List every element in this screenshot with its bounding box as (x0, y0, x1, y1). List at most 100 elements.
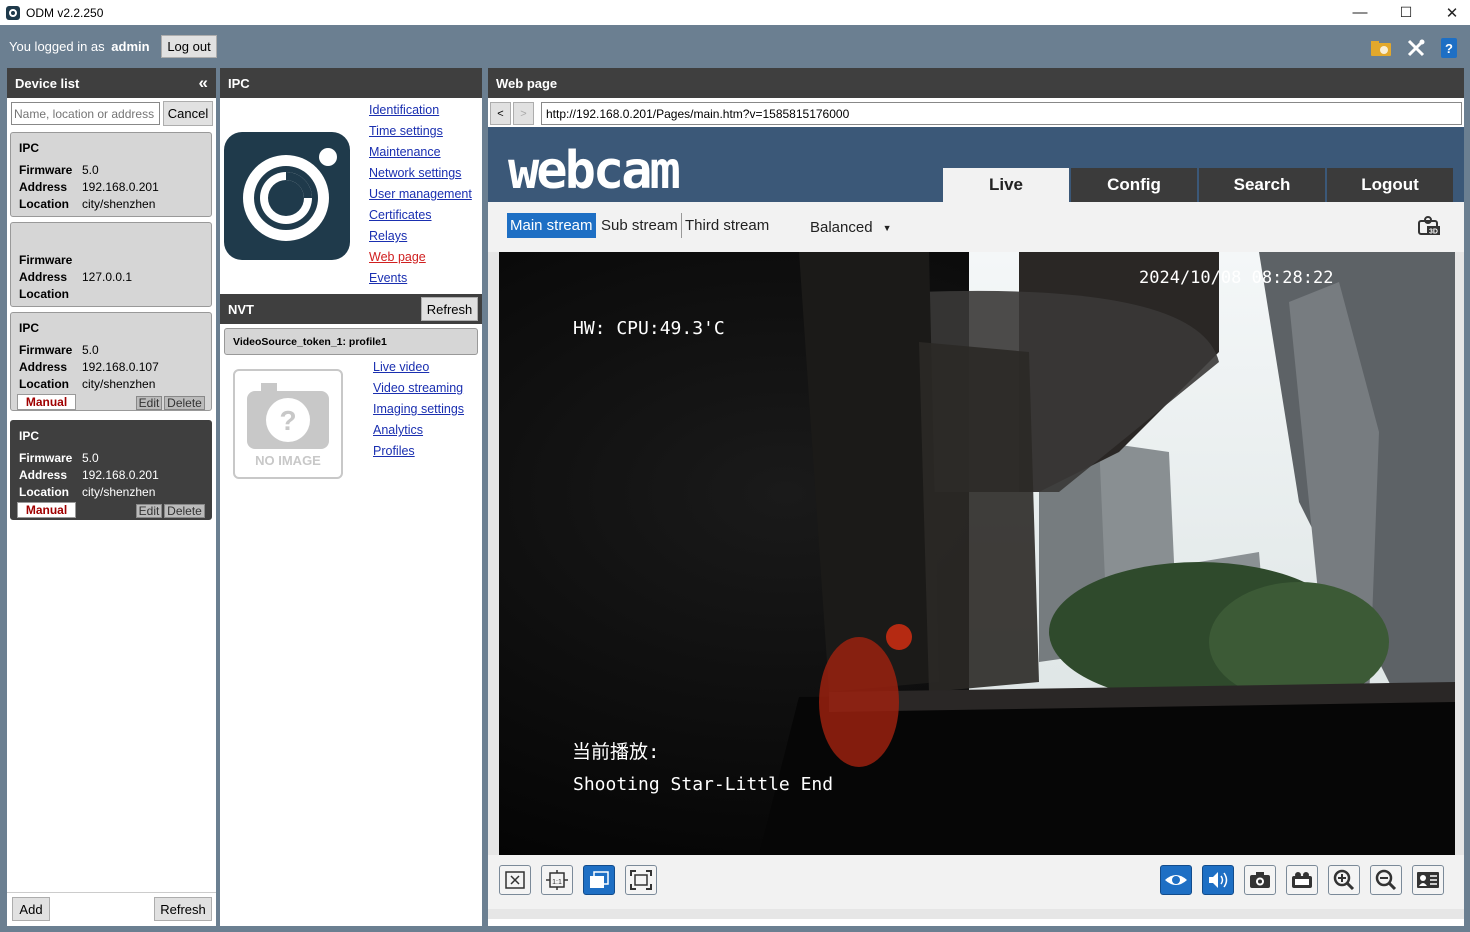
location-label: Location (19, 287, 69, 301)
edit-button[interactable]: Edit (136, 504, 162, 518)
add-device-button[interactable]: Add (12, 897, 50, 921)
manual-badge: Manual (17, 394, 76, 410)
ipc-link-network-settings[interactable]: Network settings (369, 166, 461, 180)
device-list-title-text: Device list (15, 76, 80, 91)
svg-text:1:1: 1:1 (552, 879, 562, 886)
logout-button[interactable]: Log out (161, 35, 217, 58)
video-frame-image (499, 252, 1455, 855)
osd-song: Shooting Star-Little End (573, 774, 834, 795)
maximize-button[interactable]: ☐ (1383, 0, 1429, 25)
osd-cpu-temp: HW: CPU:49.3'C (573, 318, 725, 339)
address-label: Address (19, 180, 68, 194)
ipc-title: IPC (220, 68, 482, 98)
firmware-label: Firmware (19, 343, 73, 357)
nvt-title-text: NVT (228, 302, 254, 317)
divider (7, 892, 216, 893)
minimize-button[interactable]: — (1337, 0, 1383, 25)
tab-config[interactable]: Config (1071, 168, 1197, 202)
help-book-icon[interactable]: ? (1438, 37, 1460, 59)
firmware-value: 5.0 (82, 163, 99, 177)
address-label: Address (19, 468, 68, 482)
close-window-button[interactable]: ✕ (1429, 0, 1470, 25)
refresh-devices-button[interactable]: Refresh (154, 897, 212, 921)
svg-text:?: ? (279, 405, 296, 436)
nvt-link-analytics[interactable]: Analytics (373, 423, 423, 437)
ipc-link-web-page[interactable]: Web page (369, 250, 426, 264)
fullscreen-icon[interactable] (625, 865, 657, 895)
delete-button[interactable]: Delete (164, 504, 205, 518)
ipc-link-identification[interactable]: Identification (369, 103, 439, 117)
edit-button[interactable]: Edit (136, 396, 162, 410)
nvt-link-video-streaming[interactable]: Video streaming (373, 381, 463, 395)
profile-item[interactable]: VideoSource_token_1: profile1 (224, 328, 478, 355)
webcam-header: webcam Live Config Search Logout (488, 127, 1464, 202)
location-value: city/shenzhen (82, 485, 156, 499)
nvt-link-imaging-settings[interactable]: Imaging settings (373, 402, 464, 416)
zoom-out-icon[interactable] (1370, 865, 1402, 895)
folder-settings-icon[interactable] (1370, 37, 1392, 59)
record-icon[interactable] (1286, 865, 1318, 895)
ipc-frame: IPC Identification Time settings Mainten… (220, 68, 485, 932)
cancel-search-button[interactable]: Cancel (163, 101, 213, 126)
tab-search[interactable]: Search (1199, 168, 1325, 202)
osd-timestamp: 2024/10/08 08:28:22 (1139, 268, 1334, 288)
quality-dropdown[interactable]: Balanced ▼ (807, 215, 894, 240)
zoom-in-icon[interactable] (1328, 865, 1360, 895)
firmware-value: 5.0 (82, 451, 99, 465)
webcam-page: webcam Live Config Search Logout Main st… (488, 127, 1464, 919)
ipc-link-user-management[interactable]: User management (369, 187, 472, 201)
third-stream-button[interactable]: Third stream (682, 213, 772, 238)
firmware-label: Firmware (19, 451, 73, 465)
top-bar: You logged in as admin Log out ? (0, 25, 1470, 68)
nvt-link-profiles[interactable]: Profiles (373, 444, 415, 458)
chevron-down-icon: ▼ (882, 222, 892, 233)
device-card[interactable]: Firmware Address 127.0.0.1 Location (10, 222, 212, 307)
location-value: city/shenzhen (82, 377, 156, 391)
audio-icon[interactable] (1202, 865, 1234, 895)
webpage-panel: Web page < > webcam Live Config Search L… (488, 68, 1464, 926)
device-list-panel: Device list « Cancel IPC Firmware 5.0 Add… (7, 68, 216, 926)
main-stream-button[interactable]: Main stream (507, 213, 596, 238)
location-label: Location (19, 197, 69, 211)
tools-icon[interactable] (1405, 37, 1427, 59)
stream-bar: Main stream Sub stream Third stream Bala… (488, 202, 1464, 252)
window-mode-icon[interactable] (583, 865, 615, 895)
collapse-icon[interactable]: « (199, 73, 208, 93)
nvt-refresh-button[interactable]: Refresh (421, 297, 478, 321)
device-type: IPC (19, 429, 40, 443)
ipc-link-certificates[interactable]: Certificates (369, 208, 432, 222)
webcam-logo: webcam (508, 141, 681, 201)
ipc-link-time-settings[interactable]: Time settings (369, 124, 443, 138)
tab-live[interactable]: Live (943, 168, 1069, 202)
back-button[interactable]: < (490, 102, 511, 125)
sub-stream-button[interactable]: Sub stream (598, 213, 681, 238)
svg-text:3D: 3D (1429, 229, 1438, 236)
forward-button[interactable]: > (513, 102, 534, 125)
snapshot-icon[interactable] (1244, 865, 1276, 895)
device-card-selected[interactable]: IPC Firmware 5.0 Address 192.168.0.201 Loc… (10, 420, 212, 520)
ipc-panel: IPC Identification Time settings Mainten… (220, 68, 482, 926)
live-video[interactable]: 2024/10/08 08:28:22 HW: CPU:49.3'C 当前播放:… (499, 252, 1455, 855)
device-card[interactable]: IPC Firmware 5.0 Address 192.168.0.201 Loc… (10, 132, 212, 217)
fit-1to1-icon[interactable]: 1:1 (541, 865, 573, 895)
tab-logout[interactable]: Logout (1327, 168, 1453, 202)
ipc-link-events[interactable]: Events (369, 271, 407, 285)
ipc-link-maintenance[interactable]: Maintenance (369, 145, 441, 159)
ipc-device-icon (224, 132, 350, 260)
window-title: ODM v2.2.250 (26, 5, 104, 20)
device-search-input[interactable] (11, 102, 160, 125)
no-image-placeholder: ? NO IMAGE (233, 369, 343, 479)
delete-button[interactable]: Delete (164, 396, 205, 410)
address-value: 192.168.0.201 (82, 468, 159, 482)
close-video-icon[interactable] (499, 865, 531, 895)
url-input[interactable] (541, 102, 1462, 125)
device-card[interactable]: IPC Firmware 5.0 Address 192.168.0.107 Loc… (10, 312, 212, 411)
nvt-link-live-video[interactable]: Live video (373, 360, 429, 374)
window-titlebar: ODM v2.2.250 — ☐ ✕ (0, 0, 1470, 25)
3d-positioning-icon[interactable]: 3D (1416, 215, 1442, 237)
login-status: You logged in as admin (9, 39, 150, 54)
eye-icon[interactable] (1160, 865, 1192, 895)
ptz-panel-icon[interactable] (1412, 865, 1444, 895)
login-status-prefix: You logged in as (9, 39, 105, 54)
ipc-link-relays[interactable]: Relays (369, 229, 407, 243)
